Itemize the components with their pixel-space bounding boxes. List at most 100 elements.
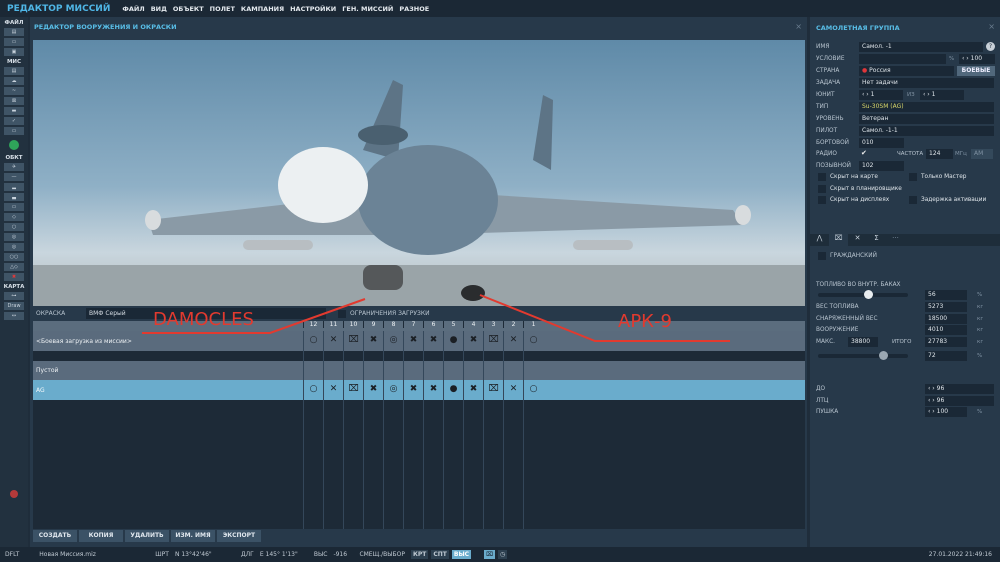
export-button[interactable]: ЭКСПОРТ: [217, 530, 261, 542]
alt-toggle[interactable]: ВЫС: [451, 550, 472, 559]
late-activation-checkbox[interactable]: [909, 196, 917, 204]
ship-icon[interactable]: ▃: [4, 193, 24, 201]
board-input[interactable]: 010: [859, 138, 904, 148]
gun-stepper[interactable]: ‹ › 100: [925, 407, 967, 417]
freq-input[interactable]: 124: [926, 149, 953, 159]
hidden-planner-checkbox[interactable]: [818, 185, 826, 193]
boxed-x-icon[interactable]: ⌧: [483, 384, 503, 394]
save-file-icon[interactable]: ▣: [4, 48, 24, 56]
ruler-icon[interactable]: ↔: [4, 312, 24, 320]
name-input[interactable]: Самол. -1: [859, 42, 983, 52]
fuel-slider[interactable]: [818, 290, 908, 299]
aircraft-preview[interactable]: [33, 40, 805, 306]
trigger-icon[interactable]: ⊠: [4, 97, 24, 105]
help-icon[interactable]: ?: [986, 42, 995, 51]
menu-campaign[interactable]: КАМПАНИЯ: [241, 5, 284, 13]
grid-icon[interactable]: ⌧: [484, 550, 496, 559]
menu-view[interactable]: ВИД: [151, 5, 167, 13]
condition-percent[interactable]: ‹ › 100: [959, 54, 995, 64]
ground-unit-icon[interactable]: ▂: [4, 183, 24, 191]
exit-icon[interactable]: [10, 490, 18, 498]
nav-point-icon[interactable]: ◎: [4, 233, 24, 241]
circle-icon[interactable]: ○: [303, 384, 323, 394]
hidden-displays-checkbox[interactable]: [818, 196, 826, 204]
callsign-input[interactable]: 102: [859, 161, 904, 171]
bomb-x-icon[interactable]: ✖: [363, 384, 383, 394]
menu-file[interactable]: ФАЙЛ: [122, 5, 144, 13]
pod-down-icon[interactable]: ●: [443, 384, 463, 394]
map-options-icon[interactable]: ⊶: [4, 292, 24, 300]
new-file-icon[interactable]: ▤: [4, 28, 24, 36]
pilot-input[interactable]: Самол. -1-1: [859, 126, 994, 136]
close-icon[interactable]: ×: [795, 22, 802, 31]
route-icon[interactable]: ⋀: [810, 234, 829, 246]
rename-button[interactable]: ИЗМ. ИМЯ: [171, 530, 215, 542]
menu-misc[interactable]: РАЗНОЕ: [399, 5, 429, 13]
fuel-pct-input[interactable]: 56: [925, 290, 967, 300]
menu-mission-gen[interactable]: ГЕН. МИССИЙ: [342, 5, 393, 13]
modulation-select[interactable]: AM: [971, 149, 993, 159]
close-icon[interactable]: ×: [988, 22, 995, 31]
delete-button[interactable]: УДАЛИТЬ: [125, 530, 169, 542]
summary-icon[interactable]: Σ: [867, 234, 886, 246]
x-icon[interactable]: ✕: [503, 384, 523, 394]
shapes-icon[interactable]: △◇: [4, 263, 24, 271]
open-file-icon[interactable]: ▭: [4, 38, 24, 46]
helicopter-icon[interactable]: —: [4, 173, 24, 181]
menu-flight[interactable]: ПОЛЕТ: [210, 5, 235, 13]
quad-x-icon[interactable]: ✖: [423, 384, 443, 394]
table-row-selected[interactable]: AG ○ ✕ ⌧ ✖ ◎ ✖ ✖ ● ✖ ⌧ ✕ ○: [33, 380, 805, 400]
skill-select[interactable]: Ветеран: [859, 114, 994, 124]
check-icon[interactable]: ✓: [4, 117, 24, 125]
hidden-map-checkbox[interactable]: [818, 173, 826, 181]
condition-input[interactable]: [859, 54, 946, 64]
total-weight-label: ИТОГО: [892, 339, 912, 345]
unit-total-stepper[interactable]: ‹ › 1: [920, 90, 964, 100]
chaff-stepper[interactable]: ‹ › 96: [925, 384, 994, 394]
combat-button[interactable]: БОЕВЫЕ: [957, 66, 995, 76]
target-icon[interactable]: ◎: [4, 243, 24, 251]
quad-x-icon[interactable]: ✖: [403, 384, 423, 394]
bomb-x-icon[interactable]: ✖: [463, 384, 483, 394]
pod-icon[interactable]: ◎: [383, 384, 403, 394]
profile-select[interactable]: DFLT: [5, 551, 19, 558]
briefing-icon[interactable]: ▤: [4, 67, 24, 75]
time-icon[interactable]: ~: [4, 87, 24, 95]
fuel-slider-handle[interactable]: [864, 290, 874, 299]
more-icon[interactable]: ···: [886, 234, 905, 246]
boxed-x-icon[interactable]: ⌧: [343, 384, 363, 394]
zone-icon[interactable]: ▬: [4, 107, 24, 115]
clock-icon[interactable]: ◷: [498, 550, 508, 559]
type-select[interactable]: Su-30SM (AG): [859, 102, 994, 112]
master-only-checkbox[interactable]: [909, 173, 917, 181]
triggers-icon[interactable]: ✕: [848, 234, 867, 246]
template-icon[interactable]: ◇: [4, 213, 24, 221]
menu-settings[interactable]: НАСТРОЙКИ: [290, 5, 336, 13]
x-icon[interactable]: ✕: [323, 384, 343, 394]
civil-checkbox[interactable]: [818, 252, 826, 260]
spt-toggle[interactable]: СПТ: [431, 550, 449, 559]
create-button[interactable]: СОЗДАТЬ: [33, 530, 77, 542]
task-select[interactable]: Нет задачи: [859, 78, 994, 88]
payload-icon[interactable]: ⌧: [829, 234, 848, 246]
country-select[interactable]: ● Россия: [859, 66, 954, 76]
hidden-map-label: Скрыт на карте: [830, 174, 878, 180]
radio-checkbox[interactable]: ✔: [861, 149, 867, 157]
copy-button[interactable]: КОПИЯ: [79, 530, 123, 542]
freq-label: ЧАСТОТА: [897, 151, 924, 157]
fuel-weight-input[interactable]: 5273: [925, 302, 967, 312]
zones-icon[interactable]: ○○: [4, 253, 24, 261]
nav-icon[interactable]: ▭: [4, 127, 24, 135]
crt-toggle[interactable]: КРТ: [410, 550, 429, 559]
weather-icon[interactable]: ☁: [4, 77, 24, 85]
draw-button[interactable]: Draw: [4, 302, 24, 310]
delete-icon[interactable]: ✖: [4, 273, 24, 281]
unit-stepper[interactable]: ‹ › 1: [859, 90, 903, 100]
play-icon[interactable]: [9, 140, 19, 150]
static-icon[interactable]: ▭: [4, 203, 24, 211]
circle-icon[interactable]: ○: [523, 384, 543, 394]
menu-object[interactable]: ОБЪЕКТ: [173, 5, 204, 13]
airbase-icon[interactable]: ○: [4, 223, 24, 231]
flare-stepper[interactable]: ‹ › 96: [925, 396, 994, 406]
airplane-icon[interactable]: ✈: [4, 163, 24, 171]
